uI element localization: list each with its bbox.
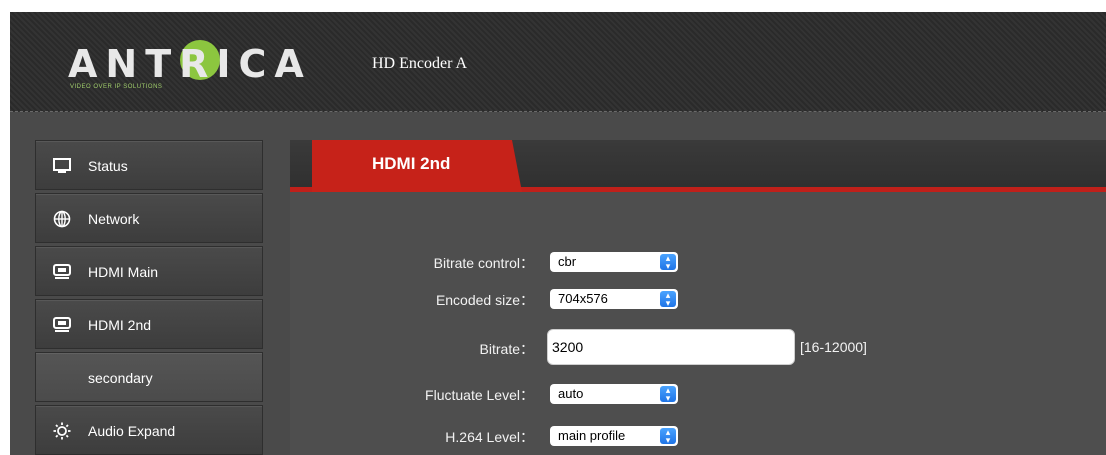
logo-tagline: VIDEO OVER IP SOLUTIONS (70, 84, 163, 90)
encoded-size-select[interactable]: 704x576 ▴ ▾ (550, 289, 678, 309)
header: ANTRICA VIDEO OVER IP SOLUTIONS HD Encod… (10, 12, 1106, 112)
bitrate-control-label: Bitrate control： (433, 255, 534, 271)
sidebar-item-network[interactable]: Network (35, 193, 263, 243)
encoded-size-value: 704x576 (558, 291, 608, 306)
globe-icon (52, 210, 72, 228)
device-title: HD Encoder A (372, 55, 468, 72)
sidebar: Status Network HDMI Main HDMI 2nd second… (35, 140, 263, 455)
sidebar-item-status[interactable]: Status (35, 140, 263, 190)
audio-settings-icon (52, 422, 72, 440)
bitrate-input[interactable] (547, 329, 795, 365)
sidebar-item-audio-expand[interactable]: Audio Expand (35, 405, 263, 455)
encoded-size-row: Encoded size： 704x576 ▴ ▾ (290, 283, 1106, 315)
bitrate-range: [16-12000] (800, 339, 867, 355)
bitrate-row: Bitrate： [16-12000] (290, 329, 1106, 367)
fluctuate-level-value: auto (558, 386, 584, 401)
sidebar-item-hdmi-main[interactable]: HDMI Main (35, 246, 263, 296)
bitrate-control-row: Bitrate control： cbr ▴ ▾ (290, 246, 1106, 278)
select-arrows-icon: ▴ ▾ (660, 386, 676, 403)
sidebar-item-label: secondary (88, 370, 153, 386)
h264-level-label: H.264 Level： (445, 429, 534, 445)
sidebar-item-secondary[interactable]: secondary (35, 352, 263, 402)
tab-hdmi-2nd[interactable]: HDMI 2nd (312, 140, 522, 192)
tab-bar: HDMI 2nd (290, 140, 1106, 192)
encoded-size-label: Encoded size： (435, 292, 534, 308)
sidebar-item-label: HDMI Main (88, 264, 159, 280)
sidebar-item-label: Network (88, 211, 140, 227)
sidebar-item-label: Audio Expand (88, 423, 176, 439)
sidebar-item-hdmi-2nd[interactable]: HDMI 2nd (35, 299, 263, 349)
fluctuate-level-select[interactable]: auto ▴ ▾ (550, 384, 678, 404)
main-panel: HDMI 2nd Bitrate control： cbr ▴ ▾ Encoded… (290, 140, 1106, 455)
select-arrows-icon: ▴ ▾ (660, 428, 676, 445)
h264-level-row: H.264 Level： main profile ▴ ▾ (290, 420, 1106, 452)
tab-label: HDMI 2nd (372, 154, 451, 173)
select-arrows-icon: ▴ ▾ (660, 291, 676, 308)
h264-level-value: main profile (558, 428, 626, 443)
hdmi-icon (52, 316, 72, 334)
fluctuate-level-label: Fluctuate Level： (425, 387, 534, 403)
sidebar-item-label: Status (88, 158, 128, 174)
bitrate-control-value: cbr (558, 254, 577, 269)
bitrate-control-select[interactable]: cbr ▴ ▾ (550, 252, 678, 272)
bitrate-label: Bitrate： (479, 341, 534, 357)
app-window: ANTRICA VIDEO OVER IP SOLUTIONS HD Encod… (10, 12, 1106, 455)
hdmi-icon (52, 263, 72, 281)
sidebar-item-label: HDMI 2nd (88, 317, 152, 333)
h264-level-select[interactable]: main profile ▴ ▾ (550, 426, 678, 446)
fluctuate-level-row: Fluctuate Level： auto ▴ ▾ (290, 378, 1106, 410)
antrica-logo: ANTRICA VIDEO OVER IP SOLUTIONS (68, 34, 304, 98)
select-arrows-icon: ▴ ▾ (660, 254, 676, 271)
monitor-icon (52, 157, 72, 175)
logo-wordmark: ANTRICA (68, 42, 312, 86)
